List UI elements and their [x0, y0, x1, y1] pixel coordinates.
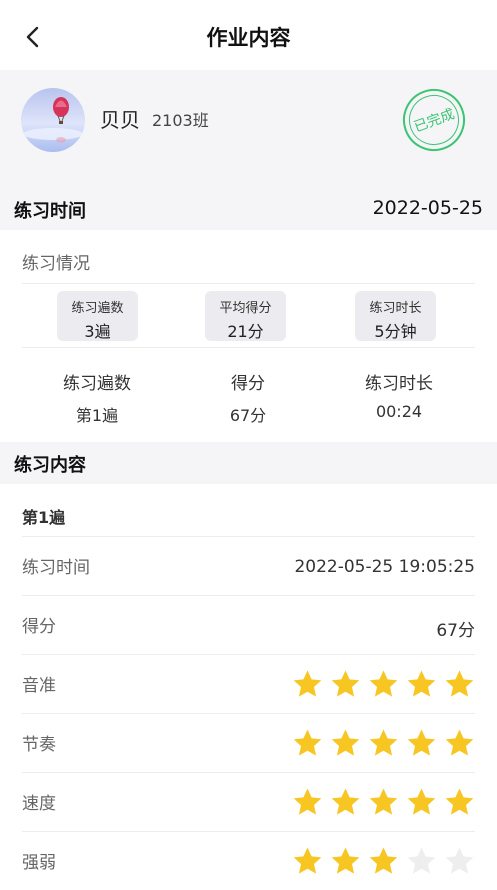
- star-filled-icon: [445, 670, 474, 697]
- star-filled-icon: [369, 788, 398, 815]
- practice-summary: 练习情况 练习遍数 3遍 平均得分 21分 练习时长 5分钟 练习遍数 第1遍 …: [0, 235, 497, 435]
- star-filled-icon: [369, 729, 398, 756]
- star-filled-icon: [445, 729, 474, 756]
- star-filled-icon: [293, 729, 322, 756]
- stat-score: 得分 67分: [229, 374, 267, 425]
- student-name: 贝贝: [100, 108, 140, 132]
- star-filled-icon: [331, 670, 360, 697]
- row-rating-rhythm: 节奏: [0, 714, 497, 772]
- star-filled-icon: [293, 670, 322, 697]
- practice-time-header: 练习时间 2022-05-25: [0, 188, 497, 230]
- star-empty-icon: [407, 847, 436, 874]
- practice-content-label: 练习内容: [14, 455, 86, 476]
- star-filled-icon: [445, 788, 474, 815]
- star-rating: [285, 669, 475, 699]
- avatar[interactable]: [21, 88, 85, 152]
- practice-content: 第1遍 练习时间 2022-05-25 19:05:25 得分 67分 音准 节…: [0, 486, 497, 883]
- star-filled-icon: [369, 670, 398, 697]
- stat-duration: 练习时长 00:24: [365, 374, 433, 421]
- star-filled-icon: [293, 788, 322, 815]
- row-score: 得分 67分: [22, 617, 475, 641]
- star-rating: [285, 787, 475, 817]
- star-filled-icon: [407, 670, 436, 697]
- practice-status-label: 练习情况: [22, 254, 90, 274]
- row-rating-dynamics: 强弱: [0, 832, 497, 890]
- star-filled-icon: [407, 788, 436, 815]
- chip-practice-count: 练习遍数 3遍: [57, 291, 138, 341]
- chip-average-score: 平均得分 21分: [205, 291, 286, 341]
- star-rating: [285, 728, 475, 758]
- row-rating-pitch: 音准: [0, 655, 497, 713]
- row-practice-time: 练习时间 2022-05-25 19:05:25: [22, 557, 475, 578]
- row-rating-speed: 速度: [0, 773, 497, 831]
- chip-practice-duration: 练习时长 5分钟: [355, 291, 436, 341]
- student-class: 2103班: [152, 111, 209, 130]
- practice-date: 2022-05-25: [372, 197, 483, 219]
- star-filled-icon: [293, 847, 322, 874]
- nav-bar: 作业内容: [0, 0, 497, 70]
- round-label: 第1遍: [22, 508, 66, 527]
- completed-stamp: 已完成: [394, 80, 474, 160]
- star-filled-icon: [407, 729, 436, 756]
- star-filled-icon: [331, 788, 360, 815]
- page-title: 作业内容: [206, 26, 291, 50]
- star-filled-icon: [369, 847, 398, 874]
- star-rating: [285, 846, 475, 876]
- star-empty-icon: [445, 847, 474, 874]
- star-filled-icon: [331, 847, 360, 874]
- star-filled-icon: [331, 729, 360, 756]
- practice-content-header: 练习内容: [0, 442, 497, 484]
- practice-time-label: 练习时间: [14, 201, 86, 222]
- stat-practice-count: 练习遍数 第1遍: [63, 374, 131, 425]
